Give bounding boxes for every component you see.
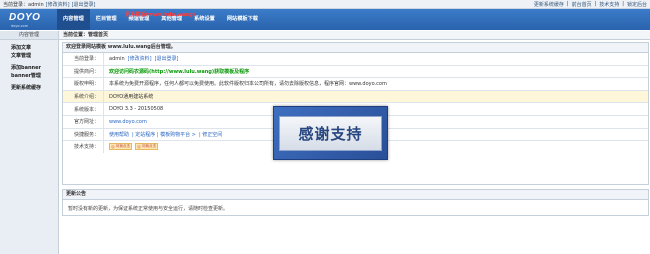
login-greeting: 当前登录：admin: [3, 1, 44, 8]
info-row-login: 当前登录： admin [修改资料] [退出登录]: [63, 53, 648, 66]
provider-text[interactable]: 欢迎访问码农源码(http://www.lulu.wang)获取模板及程序: [109, 68, 249, 75]
info-row-provider: 提供商问： 欢迎访问码农源码(http://www.lulu.wang)获取模板…: [63, 65, 648, 79]
sidebar-item-update-cache[interactable]: 更新系统缓存: [11, 85, 41, 91]
login-info: 当前登录：admin [修改资料] [退出登录]: [0, 1, 95, 8]
row-label: 快捷服务：: [73, 131, 99, 138]
top-links: 更新系统缓存 | 前台首页 | 技术支持 | 锁定后台: [533, 0, 647, 8]
sidebar-item-add-banner[interactable]: 添加banner: [11, 65, 41, 71]
sidebar-item-add-article[interactable]: 添加文章: [11, 45, 31, 51]
nav-content[interactable]: 内容管理: [57, 9, 90, 30]
header-notice[interactable]: 更多模板(www.lulu.wang): [125, 11, 195, 18]
row-label: 系统介绍：: [73, 94, 99, 101]
nav-template-download[interactable]: 网站模板下载: [221, 9, 264, 30]
updates-title: 更新公告: [63, 190, 648, 200]
row-label: 当前登录：: [73, 56, 99, 63]
main-nav: 内容管理 栏目管理 频道管理 其他管理 系统设置 网站模板下载 更多模板(www…: [57, 9, 264, 30]
edit-profile-link[interactable]: [修改资料]: [46, 1, 70, 8]
nav-column[interactable]: 栏目管理: [90, 9, 123, 30]
row-edit-profile-link[interactable]: [修改资料]: [128, 55, 152, 62]
login-user: admin: [109, 55, 125, 62]
sidebar-group-cache: 更新系统缓存: [0, 80, 58, 92]
system-intro-text: DOYO通用建站系统: [109, 94, 154, 101]
sidebar: 内容管理 添加文章 文章管理 添加banner banner管理 更新系统缓存: [0, 31, 59, 254]
row-label: 版权申明：: [73, 81, 99, 88]
help-link[interactable]: 使用帮助: [109, 131, 129, 138]
updates-panel: 更新公告 暂时没有新的更新，为保证系统正常使用与安全运行，请随时检查更新。: [62, 189, 649, 216]
info-row-copyright: 版权申明： 本系统为免费开源程序，任何人都可以免费使用。此软件版权归本公司所有，…: [63, 78, 648, 91]
welcome-title: 欢迎登录网站模板 www.lulu.wang后台管理。: [63, 43, 648, 53]
sidebar-item-article-manage[interactable]: 文章管理: [11, 52, 58, 60]
frontend-home-link[interactable]: 前台首页: [572, 1, 592, 8]
updates-body: 暂时没有新的更新，为保证系统正常使用与安全运行，请随时检查更新。: [68, 206, 229, 212]
row-label: 系统版本：: [73, 106, 99, 113]
sidebar-group-banner: 添加banner banner管理: [0, 60, 58, 80]
template-platform-link[interactable]: | 定站程序 | 模板购物平台 >: [132, 131, 196, 138]
qq-chat-button[interactable]: ☺ 问我点击: [135, 143, 159, 151]
thanks-overlay[interactable]: 感谢支持: [273, 106, 388, 160]
row-label: 官方网址：: [73, 119, 99, 126]
thanks-text: 感谢支持: [279, 115, 382, 151]
info-row-system-intro: 系统介绍： DOYO通用建站系统: [63, 90, 648, 104]
official-site-link[interactable]: www.doyo.com: [109, 119, 147, 125]
update-cache-link[interactable]: 更新系统缓存: [534, 1, 564, 8]
breadcrumb: 当前位置：管理首页: [59, 31, 650, 40]
qq-chat-button[interactable]: ☺ 问我点击: [109, 143, 133, 151]
lock-admin-link[interactable]: 锁定后台: [627, 1, 647, 8]
sidebar-title: 内容管理: [0, 31, 58, 40]
version-text: DOYO 3.3 - 20150508: [109, 106, 164, 113]
top-bar: 当前登录：admin [修改资料] [退出登录] 更新系统缓存 | 前台首页 |…: [0, 0, 650, 9]
fix-space-link[interactable]: | 修正空间: [199, 131, 222, 138]
qq-icon: ☺: [111, 144, 115, 149]
logout-link[interactable]: [退出登录]: [72, 1, 96, 8]
row-label: 提供商问：: [73, 68, 99, 75]
support-link[interactable]: 技术支持: [599, 1, 619, 8]
logo: DOYO: [9, 12, 41, 23]
row-label: 技术支持：: [73, 144, 99, 151]
logo-subtext: doyo.com: [11, 24, 29, 28]
sidebar-item-banner-manage[interactable]: banner管理: [11, 72, 58, 80]
qq-icon: ☺: [137, 144, 141, 149]
row-logout-link[interactable]: [退出登录]: [155, 55, 179, 62]
copyright-text: 本系统为免费开源程序，任何人都可以免费使用。此软件版权归本公司所有，请勿去除版权…: [109, 81, 387, 88]
sidebar-group-article: 添加文章 文章管理: [0, 40, 58, 60]
header: DOYO doyo.com 内容管理 栏目管理 频道管理 其他管理 系统设置 网…: [0, 9, 650, 30]
